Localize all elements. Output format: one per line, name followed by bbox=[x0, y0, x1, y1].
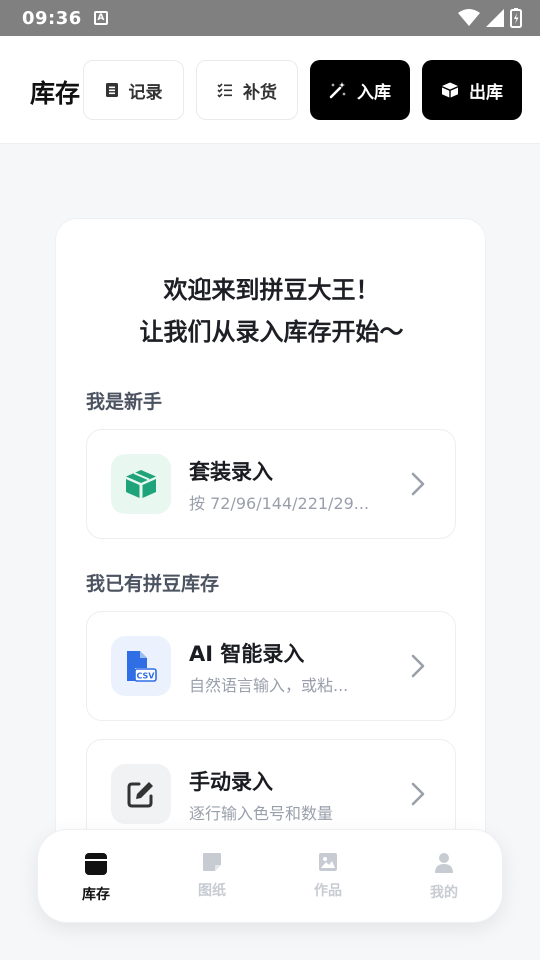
box-out-icon bbox=[442, 82, 458, 98]
ai-entry-title: AI 智能录入 bbox=[189, 642, 305, 666]
chevron-right-icon bbox=[411, 654, 425, 678]
status-bar: 09:36 A bbox=[0, 0, 540, 36]
inventory-box-icon bbox=[85, 853, 107, 875]
bottom-nav: 库存 图纸 作品 我的 bbox=[37, 829, 503, 923]
stock-out-button[interactable]: 出库 bbox=[422, 60, 522, 120]
page-title: 库存 bbox=[30, 79, 81, 108]
set-entry-option[interactable]: 套装录入 按 72/96/144/221/29... bbox=[86, 429, 456, 539]
magic-wand-icon bbox=[329, 82, 346, 99]
checklist-icon bbox=[217, 83, 232, 98]
restock-button-label: 补货 bbox=[243, 82, 277, 103]
stock-in-button-label: 入库 bbox=[357, 82, 391, 103]
nav-item-inventory[interactable]: 库存 bbox=[38, 830, 154, 922]
note-icon bbox=[203, 853, 221, 871]
set-entry-icon-wrap bbox=[111, 454, 171, 514]
ai-entry-option[interactable]: CSV AI 智能录入 自然语言输入，或粘... bbox=[86, 611, 456, 721]
status-icons bbox=[458, 8, 522, 28]
welcome-message: 欢迎来到拼豆大王！ 让我们从录入库存开始～ bbox=[56, 269, 487, 353]
section-existing-label: 我已有拼豆库存 bbox=[86, 573, 220, 595]
wifi-icon bbox=[458, 9, 480, 26]
nav-item-profile[interactable]: 我的 bbox=[386, 830, 502, 922]
set-entry-title: 套装录入 bbox=[189, 460, 273, 484]
welcome-line-1: 欢迎来到拼豆大王！ bbox=[163, 276, 380, 304]
nav-label-inventory: 库存 bbox=[82, 887, 110, 903]
battery-icon bbox=[510, 8, 522, 28]
chevron-right-icon bbox=[411, 472, 425, 496]
nav-item-patterns[interactable]: 图纸 bbox=[154, 830, 270, 922]
box-icon bbox=[126, 470, 156, 498]
ai-entry-subtitle: 自然语言输入，或粘... bbox=[189, 676, 349, 695]
top-header: 库存 记录 补货 入库 出库 bbox=[0, 36, 540, 144]
manual-entry-icon-wrap bbox=[111, 764, 171, 824]
nav-label-profile: 我的 bbox=[430, 885, 458, 901]
document-list-icon bbox=[105, 83, 118, 97]
manual-entry-title: 手动录入 bbox=[189, 770, 273, 794]
records-button[interactable]: 记录 bbox=[83, 60, 184, 120]
welcome-line-2: 让我们从录入库存开始～ bbox=[139, 318, 404, 346]
nav-label-patterns: 图纸 bbox=[198, 883, 226, 899]
user-icon bbox=[435, 853, 453, 873]
stock-in-button[interactable]: 入库 bbox=[310, 60, 410, 120]
section-beginner-label: 我是新手 bbox=[86, 391, 163, 413]
onboarding-card: 欢迎来到拼豆大王！ 让我们从录入库存开始～ 我是新手 套装录入 按 72/96/… bbox=[55, 218, 486, 918]
nav-item-works[interactable]: 作品 bbox=[270, 830, 386, 922]
signal-icon bbox=[486, 9, 504, 27]
set-entry-subtitle: 按 72/96/144/221/29... bbox=[189, 494, 370, 513]
svg-text:CSV: CSV bbox=[137, 672, 156, 681]
nav-label-works: 作品 bbox=[314, 883, 342, 899]
manual-entry-subtitle: 逐行输入色号和数量 bbox=[189, 804, 334, 823]
image-icon bbox=[319, 853, 337, 871]
edit-icon bbox=[127, 782, 153, 808]
stock-out-button-label: 出库 bbox=[469, 82, 503, 103]
restock-button[interactable]: 补货 bbox=[196, 60, 298, 120]
records-button-label: 记录 bbox=[128, 82, 163, 103]
notification-icon: A bbox=[93, 11, 108, 25]
status-time: 09:36 bbox=[22, 7, 82, 29]
chevron-right-icon bbox=[411, 782, 425, 806]
csv-file-icon: CSV bbox=[127, 651, 157, 682]
ai-entry-icon-wrap: CSV bbox=[111, 636, 171, 696]
